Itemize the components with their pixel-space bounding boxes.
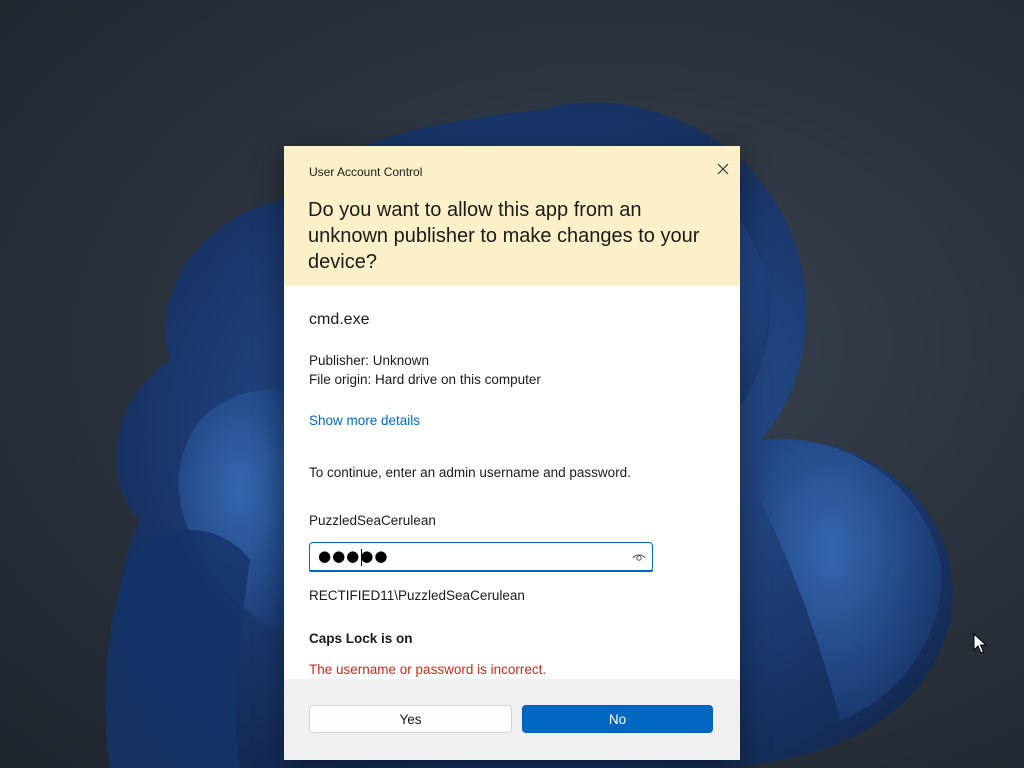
credentials-instructions: To continue, enter an admin username and… bbox=[309, 465, 631, 480]
uac-header: User Account Control Do you want to allo… bbox=[284, 146, 740, 286]
yes-button[interactable]: Yes bbox=[309, 705, 512, 733]
publisher-info: Publisher: Unknown bbox=[309, 353, 430, 368]
caps-lock-warning: Caps Lock is on bbox=[309, 631, 413, 646]
app-name: cmd.exe bbox=[309, 311, 370, 328]
password-input[interactable]: ●●●●● bbox=[309, 542, 653, 572]
text-caret bbox=[361, 549, 362, 566]
no-button[interactable]: No bbox=[522, 705, 713, 733]
button-bar: Yes No bbox=[284, 679, 740, 760]
uac-question: Do you want to allow this app from an un… bbox=[308, 199, 700, 273]
eye-icon[interactable] bbox=[632, 551, 646, 563]
username-label: PuzzledSeaCerulean bbox=[309, 513, 436, 528]
mouse-pointer-icon bbox=[973, 633, 987, 654]
close-icon bbox=[717, 163, 729, 175]
uac-dialog: User Account Control Do you want to allo… bbox=[284, 146, 740, 760]
dialog-title: User Account Control bbox=[309, 165, 423, 179]
password-mask: ●●●●● bbox=[318, 547, 389, 565]
file-origin-info: File origin: Hard drive on this computer bbox=[309, 372, 541, 387]
close-button[interactable] bbox=[709, 155, 737, 183]
error-message: The username or password is incorrect. bbox=[309, 662, 547, 677]
domain-username: RECTIFIED11\PuzzledSeaCerulean bbox=[309, 588, 525, 603]
show-more-details-link[interactable]: Show more details bbox=[309, 413, 420, 428]
desktop: User Account Control Do you want to allo… bbox=[0, 0, 1024, 768]
